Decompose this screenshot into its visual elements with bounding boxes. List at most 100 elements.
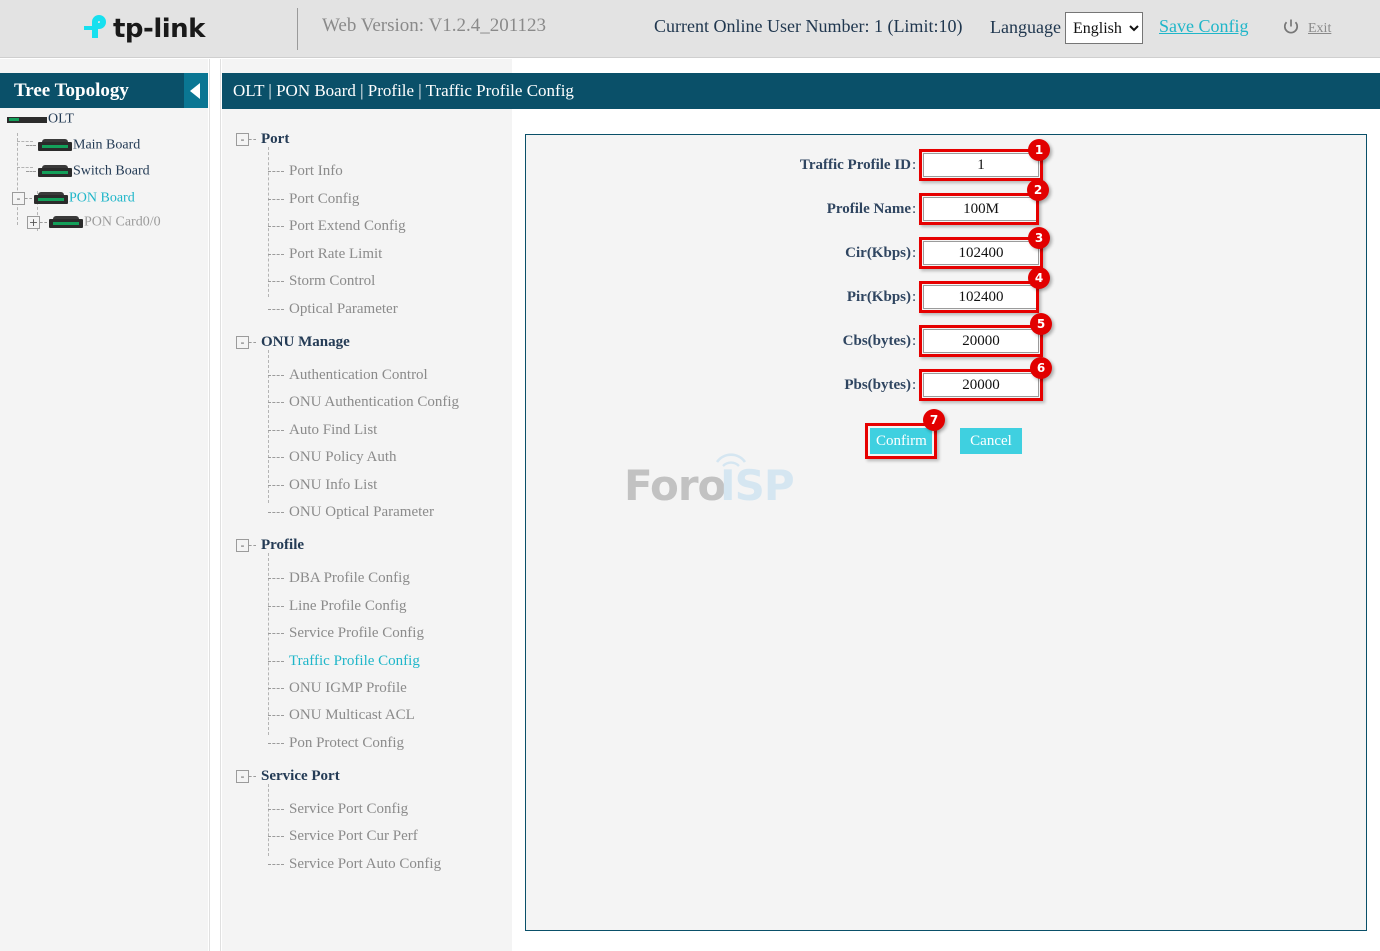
cir-input[interactable] [923, 241, 1039, 265]
menu-item-port-extend-config[interactable]: Port Extend Config [268, 218, 406, 235]
menu-expander-service-port[interactable]: - [236, 769, 249, 783]
cancel-button[interactable]: Cancel [960, 428, 1022, 454]
form-row-profile-name: Profile Name : 2 [706, 179, 1049, 227]
menu-item-onu-igmp-profile[interactable]: ONU IGMP Profile [268, 680, 407, 697]
label-colon: : [912, 201, 917, 217]
tree-expander-collapse[interactable]: - [12, 191, 25, 205]
menu-item-dba-profile-config[interactable]: DBA Profile Config [268, 570, 410, 587]
menu-item-auto-find-list[interactable]: Auto Find List [268, 422, 377, 439]
main-content-area: Foro ISP Traffic Profile ID : 1 Profile … [512, 109, 1380, 951]
menu-item-label: DBA Profile Config [289, 570, 410, 586]
tree-node-label: Main Board [73, 137, 141, 153]
cir-label: Cir(Kbps) [845, 245, 911, 261]
pir-input[interactable] [923, 285, 1039, 309]
tree-connector [249, 138, 256, 140]
menu-group-label: ONU Manage [261, 333, 350, 350]
menu-expander-port[interactable]: - [236, 132, 249, 146]
menu-item-onu-info-list[interactable]: ONU Info List [268, 477, 377, 494]
power-icon[interactable] [1282, 18, 1300, 36]
menu-connector [268, 254, 284, 256]
menu-connector [268, 715, 284, 717]
menu-connector [268, 633, 284, 635]
board-device-icon [34, 192, 68, 205]
tree-node-switch-board[interactable]: Switch Board [26, 162, 150, 182]
form-row-pir: Pir(Kbps) : 4 [706, 267, 1050, 315]
tree-topology-header: Tree Topology [0, 73, 208, 108]
menu-item-traffic-profile-config[interactable]: Traffic Profile Config [268, 653, 420, 670]
menu-connector [268, 199, 284, 201]
confirm-button[interactable]: Confirm [870, 428, 932, 454]
language-select[interactable]: English [1065, 12, 1143, 44]
menu-item-pon-protect-config[interactable]: Pon Protect Config [268, 735, 404, 752]
menu-connector [268, 743, 284, 745]
form-row-pbs: Pbs(bytes) : 6 [706, 357, 1052, 403]
tree-node-pon-board[interactable]: - PON Board [12, 189, 135, 209]
tree-connector [17, 133, 18, 225]
menu-item-label: Service Port Auto Config [289, 856, 442, 872]
menu-item-label: Storm Control [289, 273, 376, 289]
menu-connector [268, 688, 284, 690]
menu-connector [268, 402, 284, 404]
tree-node-main-board[interactable]: Main Board [26, 136, 140, 156]
exit-link[interactable]: Exit [1308, 21, 1331, 37]
tp-link-logo-text: tp-link [113, 14, 205, 44]
profile-name-input[interactable] [923, 197, 1039, 221]
menu-group-service-port[interactable]: - Service Port [236, 767, 340, 785]
menu-item-label: Port Info [289, 163, 343, 179]
label-colon: : [912, 377, 917, 393]
menu-connector [268, 375, 284, 377]
traffic-profile-id-input[interactable] [923, 153, 1039, 177]
online-user-count-text: Current Online User Number: 1 (Limit:10) [654, 16, 963, 36]
menu-connector [268, 809, 284, 811]
tp-link-logo[interactable]: tp-link [78, 8, 208, 50]
annotation-badge-3: 3 [1028, 227, 1050, 249]
form-row-traffic-profile-id: Traffic Profile ID : 1 [706, 139, 1050, 183]
profile-name-label: Profile Name [826, 201, 911, 217]
tree-topology-sidebar: Tree Topology OLT Main Board Switch Boar… [0, 59, 208, 951]
web-version-text: Web Version: V1.2.4_201123 [322, 15, 547, 36]
annotation-badge-1: 1 [1028, 139, 1050, 161]
annotation-badge-6: 6 [1030, 357, 1052, 379]
menu-connector [268, 281, 284, 283]
menu-item-onu-policy-auth[interactable]: ONU Policy Auth [268, 449, 397, 466]
menu-group-port[interactable]: - Port [236, 130, 289, 148]
tree-connector [25, 197, 32, 199]
save-config-link[interactable]: Save Config [1159, 16, 1249, 37]
header-divider [297, 8, 298, 50]
menu-item-label: Line Profile Config [289, 598, 407, 614]
menu-item-line-profile-config[interactable]: Line Profile Config [268, 598, 406, 615]
menu-item-port-config[interactable]: Port Config [268, 191, 359, 208]
menu-item-service-port-auto-config[interactable]: Service Port Auto Config [268, 856, 441, 873]
menu-item-label: Authentication Control [289, 367, 428, 383]
menu-item-optical-parameter[interactable]: Optical Parameter [268, 301, 398, 318]
menu-item-port-rate-limit[interactable]: Port Rate Limit [268, 246, 382, 263]
menu-item-onu-multicast-acl[interactable]: ONU Multicast ACL [268, 707, 415, 724]
menu-item-label: Port Config [289, 191, 360, 207]
menu-item-onu-authentication-config[interactable]: ONU Authentication Config [268, 394, 459, 411]
menu-item-authentication-control[interactable]: Authentication Control [268, 367, 428, 384]
language-label: Language [990, 17, 1061, 37]
board-device-icon [38, 139, 72, 152]
menu-group-onu-manage[interactable]: - ONU Manage [236, 333, 350, 351]
traffic-profile-id-label: Traffic Profile ID [799, 157, 911, 173]
tree-expander-expand[interactable]: + [27, 215, 40, 229]
menu-expander-onu-manage[interactable]: - [236, 335, 249, 349]
pbs-input[interactable] [923, 373, 1039, 397]
olt-device-icon [7, 114, 47, 124]
annotation-badge-4: 4 [1028, 267, 1050, 289]
menu-item-service-profile-config[interactable]: Service Profile Config [268, 625, 424, 642]
chevron-left-icon [190, 83, 200, 99]
menu-item-service-port-config[interactable]: Service Port Config [268, 801, 408, 818]
menu-item-onu-optical-parameter[interactable]: ONU Optical Parameter [268, 504, 434, 521]
board-device-icon [49, 216, 83, 229]
menu-expander-profile[interactable]: - [236, 538, 249, 552]
menu-item-service-port-cur-perf[interactable]: Service Port Cur Perf [268, 828, 418, 845]
menu-group-profile[interactable]: - Profile [236, 536, 304, 554]
tree-node-olt[interactable]: OLT [7, 110, 74, 130]
menu-item-port-info[interactable]: Port Info [268, 163, 343, 180]
sidebar-collapse-button[interactable] [184, 73, 208, 108]
cbs-input[interactable] [923, 329, 1039, 353]
menu-connector [268, 836, 284, 838]
tree-node-pon-card[interactable]: + PON Card0/0 [27, 213, 161, 233]
menu-item-storm-control[interactable]: Storm Control [268, 273, 375, 290]
